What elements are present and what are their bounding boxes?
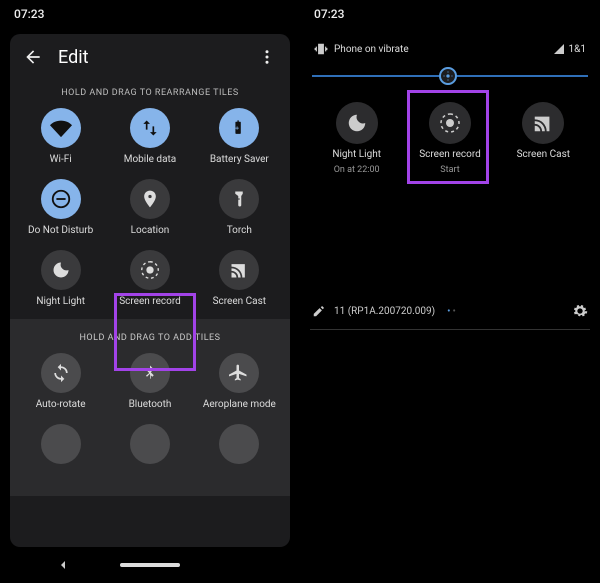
build-text: 11 (RP1A.200720.009) [334, 306, 435, 317]
status-bar-left: 07:23 [0, 0, 300, 28]
tile-wifi[interactable]: Wi-Fi [16, 108, 105, 165]
page-title: Edit [58, 47, 242, 68]
location-icon [140, 189, 160, 209]
record-icon [139, 259, 161, 281]
torch-icon [230, 190, 248, 208]
clock: 07:23 [14, 7, 44, 21]
qs-panel: Phone on vibrate 1&1 Night Light On at 2… [310, 34, 590, 583]
back-icon[interactable] [22, 46, 44, 68]
nav-back-icon[interactable] [55, 557, 71, 573]
tile-night-light[interactable]: Night Light [16, 250, 105, 307]
vibrate-text: Phone on vibrate [334, 44, 409, 55]
qs-edit-panel: Edit HOLD AND DRAG TO REARRANGE TILES Wi… [10, 34, 290, 547]
vibrate-icon [314, 42, 328, 56]
tile-extra-1[interactable] [16, 424, 105, 464]
moon-icon [51, 260, 71, 280]
dnd-icon [50, 188, 72, 210]
tile-auto-rotate[interactable]: Auto-rotate [16, 353, 105, 410]
record-icon [438, 111, 462, 135]
battery-icon [230, 119, 248, 137]
hint-rearrange: HOLD AND DRAG TO REARRANGE TILES [10, 80, 290, 104]
cast-icon [229, 260, 249, 280]
nav-home[interactable] [120, 563, 180, 567]
moon-icon [346, 112, 368, 134]
tile-extra-3[interactable] [195, 424, 284, 464]
carrier-text: 1&1 [569, 44, 586, 55]
page-indicator: •• [447, 306, 458, 317]
qs-tile-screen-cast[interactable]: Screen Cast [497, 102, 590, 175]
tile-screen-record[interactable]: Screen record [105, 250, 194, 307]
phone-right: 07:23 Phone on vibrate 1&1 Night Light O… [300, 0, 600, 583]
rotate-icon [51, 363, 71, 383]
tile-mobile-data[interactable]: Mobile data [105, 108, 194, 165]
tile-extra-2[interactable] [105, 424, 194, 464]
hint-add: HOLD AND DRAG TO ADD TILES [10, 319, 290, 349]
add-tiles-section: HOLD AND DRAG TO ADD TILES Auto-rotate B… [10, 319, 290, 496]
tile-battery-saver[interactable]: Battery Saver [195, 108, 284, 165]
qs-tile-night-light[interactable]: Night Light On at 22:00 [310, 102, 403, 175]
tile-dnd[interactable]: Do Not Disturb [16, 179, 105, 236]
qs-tile-screen-record[interactable]: Screen record Start [403, 102, 496, 175]
tile-torch[interactable]: Torch [195, 179, 284, 236]
overflow-menu-icon[interactable] [256, 46, 278, 68]
tile-bluetooth[interactable]: Bluetooth [105, 353, 194, 410]
swap-icon [140, 118, 160, 138]
edit-icon[interactable] [312, 304, 326, 318]
clock: 07:23 [314, 7, 344, 21]
wifi-icon [50, 117, 72, 139]
tile-screen-cast[interactable]: Screen Cast [195, 250, 284, 307]
edit-header: Edit [10, 34, 290, 80]
plane-icon [229, 363, 249, 383]
status-bar-right: 07:23 [300, 0, 600, 28]
nav-bar-left [0, 547, 300, 583]
brightness-slider[interactable] [312, 66, 588, 86]
gear-icon[interactable] [572, 303, 588, 319]
cast-icon [532, 112, 554, 134]
qs-footer: 11 (RP1A.200720.009) •• [310, 295, 590, 330]
qs-top-row: Phone on vibrate 1&1 [310, 34, 590, 62]
phone-left: 07:23 Edit HOLD AND DRAG TO REARRANGE TI… [0, 0, 300, 583]
bluetooth-icon [141, 364, 159, 382]
qs-tiles-grid: Night Light On at 22:00 Screen record St… [310, 96, 590, 185]
brightness-icon [443, 71, 453, 81]
signal-icon [553, 43, 565, 55]
tile-location[interactable]: Location [105, 179, 194, 236]
active-tiles-grid: Wi-Fi Mobile data Battery Saver Do Not D… [10, 104, 290, 319]
tile-aeroplane[interactable]: Aeroplane mode [195, 353, 284, 410]
